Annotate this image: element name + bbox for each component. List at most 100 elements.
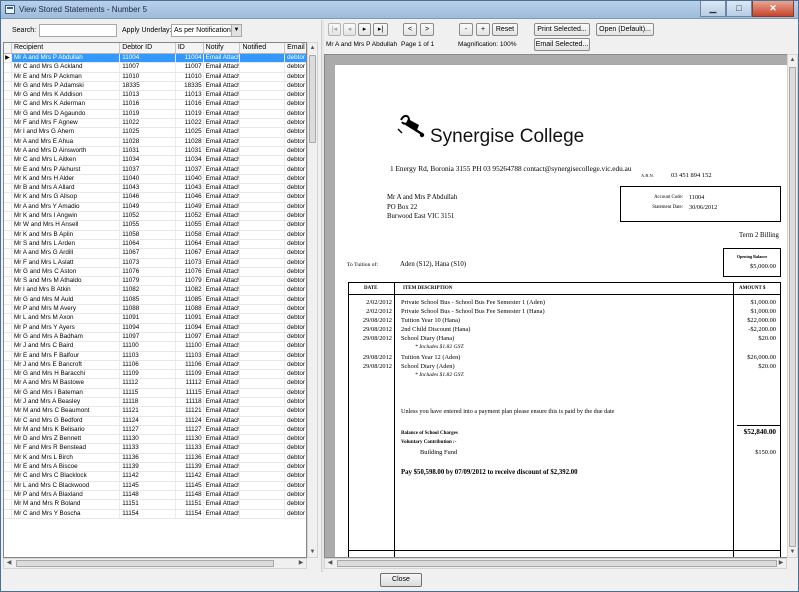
preview-vertical-scrollbar[interactable]: ▲ ▼ — [787, 54, 798, 558]
table-row[interactable]: Mr C and Mrs Y Boscha 11154 11154 Email Att… — [4, 509, 306, 519]
underlay-select[interactable]: As per Notification ▼ — [171, 24, 242, 37]
scroll-left-icon[interactable]: ◀ — [4, 559, 14, 568]
column-header-notify[interactable]: Notify — [204, 43, 241, 53]
table-row[interactable]: Mr K and Mrs B Aplin 11058 11058 Email Atta… — [4, 230, 306, 240]
column-header-notified[interactable]: Notified — [240, 43, 286, 53]
cell-id: 11154 — [176, 509, 204, 518]
table-row[interactable]: Mr P and Mrs Y Ayers 11094 11094 Email Atta… — [4, 323, 306, 333]
scroll-right-icon[interactable]: ▶ — [296, 559, 306, 568]
statement-preview[interactable]: Synergise College 1 Energy Rd, Boronia 3… — [324, 54, 798, 558]
next-record-button[interactable]: ▸ — [358, 23, 371, 36]
preview-horizontal-scrollbar[interactable]: ◀ ▶ — [324, 558, 787, 569]
table-row[interactable]: Mr C and Mrs G Ackland 11007 11007 Email At… — [4, 63, 306, 73]
table-row[interactable]: Mr P and Mrs M Avery 11088 11088 Email Atta… — [4, 305, 306, 315]
table-row[interactable]: Mr C and Mrs K Aderman 11016 11016 Email At… — [4, 100, 306, 110]
table-row[interactable]: Mr F and Mrs F Agnew 11022 11022 Email Atta… — [4, 119, 306, 129]
maximize-button[interactable]: □ — [726, 1, 752, 17]
scrollbar-thumb[interactable] — [337, 560, 777, 567]
table-row[interactable]: Mr K and Mrs L Birch 11136 11136 Email Atta… — [4, 453, 306, 464]
grid-vertical-scrollbar[interactable]: ▲ ▼ — [307, 42, 318, 558]
scroll-down-icon[interactable]: ▼ — [788, 547, 797, 557]
table-row[interactable]: Mr A and Mrs E Ahua 11028 11028 Email Attac… — [4, 137, 306, 147]
zoom-out-button[interactable]: - — [459, 23, 473, 36]
table-row[interactable]: Mr P and Mrs A Blaxland 11148 11148 Email A… — [4, 490, 306, 501]
first-record-button[interactable]: |◂ — [328, 23, 341, 36]
scroll-left-icon[interactable]: ◀ — [325, 559, 335, 568]
cell-debtor-id: 11034 — [120, 156, 176, 165]
table-row[interactable]: Mr G and Mrs I Bateman 11115 11115 Email At… — [4, 388, 306, 398]
table-row[interactable]: Mr A and Mrs Y Amadio 11049 11049 Email Att… — [4, 202, 306, 213]
zoom-in-button[interactable]: + — [476, 23, 490, 36]
table-row[interactable]: Mr F and Mrs L Aslatt 11073 11073 Email Att… — [4, 258, 306, 268]
scroll-up-icon[interactable]: ▲ — [788, 55, 797, 65]
row-indicator — [4, 193, 12, 202]
open-default-button[interactable]: Open (Default)... — [596, 23, 654, 36]
table-row[interactable]: Mr J and Mrs C Baird 11100 11100 Email Atta… — [4, 342, 306, 352]
last-record-button[interactable]: ▸| — [373, 23, 388, 36]
scrollbar-thumb[interactable] — [309, 55, 316, 143]
table-row[interactable]: Mr K and Mrs G Allsop 11046 11046 Email Att… — [4, 193, 306, 203]
table-row[interactable]: Mr G and Mrs A Badham 11097 11097 Email Att… — [4, 332, 306, 343]
scroll-right-icon[interactable]: ▶ — [776, 559, 786, 568]
reset-zoom-button[interactable]: Reset — [492, 23, 518, 36]
table-row[interactable]: Mr W and Mrs H Ansell 11055 11055 Email Att… — [4, 221, 306, 231]
table-row[interactable]: Mr K and Mrs H Alder 11040 11040 Email Atta… — [4, 174, 306, 185]
scroll-up-icon[interactable]: ▲ — [308, 43, 317, 53]
close-window-button[interactable]: ✕ — [752, 1, 794, 17]
table-row[interactable]: Mr G and Mrs P Adamski 18335 18335 Email At… — [4, 81, 306, 92]
table-row[interactable]: Mr A and Mrs M Bastowe 11112 11112 Email At… — [4, 379, 306, 389]
column-header-email[interactable]: Email — [285, 43, 306, 53]
table-row[interactable]: Mr S and Mrs L Arden 11064 11064 Email Atta… — [4, 239, 306, 250]
table-row[interactable]: Mr G and Mrs M Auld 11085 11085 Email Attac… — [4, 295, 306, 306]
grid-horizontal-scrollbar[interactable]: ◀ ▶ — [3, 558, 307, 569]
table-row[interactable]: Mr C and Mrs C Blacklock 11142 11142 Email … — [4, 472, 306, 482]
previous-record-button[interactable]: ◂ — [343, 23, 356, 36]
close-button[interactable]: Close — [380, 573, 422, 587]
table-row[interactable]: Mr E and Mrs P Akhurst 11037 11037 Email At… — [4, 165, 306, 175]
table-row[interactable]: Mr J and Mrs E Bancroft 11106 11106 Email A… — [4, 360, 306, 371]
chevron-down-icon[interactable]: ▼ — [231, 25, 241, 36]
print-selected-button[interactable]: Print Selected... — [534, 23, 590, 36]
table-row[interactable]: Mr D and Mrs Z Bennett 11130 11130 Email At… — [4, 435, 306, 445]
table-row[interactable]: Mr G and Mrs K Addison 11013 11013 Email At… — [4, 91, 306, 101]
column-header-recipient[interactable]: Recipient — [12, 43, 121, 53]
email-selected-button[interactable]: Email Selected... — [534, 38, 590, 51]
cell-notify: Email Attach — [205, 351, 241, 360]
table-row[interactable]: Mr G and Mrs D Agaundo 11019 11019 Email At… — [4, 109, 306, 120]
table-row[interactable]: Mr F and Mrs R Benstead 11133 11133 Email A… — [4, 444, 306, 454]
table-row[interactable]: Mr A and Mrs G Ardill 11067 11067 Email Att… — [4, 249, 306, 259]
table-row[interactable]: Mr E and Mrs A Biscoe 11139 11139 Email Att… — [4, 463, 306, 473]
cell-id: 11118 — [176, 397, 204, 407]
title-bar[interactable]: View Stored Statements - Number 5 ▁ □ ✕ — [1, 1, 798, 19]
column-header-debtor-id[interactable]: Debtor ID — [120, 43, 176, 53]
table-row[interactable]: Mr G and Mrs H Baracchi 11109 11109 Email A… — [4, 370, 306, 380]
scrollbar-thumb[interactable] — [16, 560, 274, 567]
table-row[interactable]: Mr G and Mrs C Aston 11076 11076 Email Atta… — [4, 267, 306, 278]
table-row[interactable]: Mr E and Mrs P Ackman 11010 11010 Email Att… — [4, 72, 306, 82]
table-row[interactable]: Mr L and Mrs M Axon 11091 11091 Email Attac… — [4, 314, 306, 324]
cell-email: debtor — [287, 370, 305, 378]
cell-debtor-id: 11145 — [120, 481, 176, 490]
minimize-button[interactable]: ▁ — [700, 1, 726, 17]
search-input[interactable] — [39, 24, 117, 37]
next-page-button[interactable]: > — [420, 23, 434, 36]
table-row[interactable]: Mr S and Mrs M Athaldo 11079 11079 Email At… — [4, 277, 306, 287]
table-row[interactable]: Mr M and Mrs K Belisario 11127 11127 Email … — [4, 425, 306, 436]
table-row[interactable]: Mr K and Mrs I Angwin 11052 11052 Email Att… — [4, 212, 306, 222]
table-row[interactable]: Mr E and Mrs F Balfour 11103 11103 Email At… — [4, 351, 306, 361]
table-row[interactable]: Mr J and Mrs A Beasley 11118 11118 Email At… — [4, 397, 306, 408]
table-row[interactable]: Mr C and Mrs G Bedford 11124 11124 Email At… — [4, 416, 306, 426]
table-row[interactable]: ▶ Mr A and Mrs P Abdullah 11004 11004 Email … — [4, 54, 306, 64]
scrollbar-thumb[interactable] — [789, 67, 796, 547]
table-row[interactable]: Mr I and Mrs G Ahern 11025 11025 Email Atta… — [4, 128, 306, 138]
table-row[interactable]: Mr M and Mrs C Beaumont 11121 11121 Email A… — [4, 407, 306, 417]
scroll-down-icon[interactable]: ▼ — [308, 547, 317, 557]
column-header-id[interactable]: ID — [176, 43, 204, 53]
table-row[interactable]: Mr I and Mrs B Atkin 11082 11082 Email Atta… — [4, 286, 306, 296]
table-row[interactable]: Mr L and Mrs C Blackwood 11145 11145 Email … — [4, 481, 306, 491]
table-row[interactable]: Mr A and Mrs D Ainsworth 11031 11031 Email … — [4, 146, 306, 157]
previous-page-button[interactable]: < — [403, 23, 417, 36]
table-row[interactable]: Mr C and Mrs L Aitken 11034 11034 Email Att… — [4, 156, 306, 166]
table-row[interactable]: Mr M and Mrs R Boland 11151 11151 Email Att… — [4, 500, 306, 510]
table-row[interactable]: Mr B and Mrs A Allard 11043 11043 Email Att… — [4, 184, 306, 194]
